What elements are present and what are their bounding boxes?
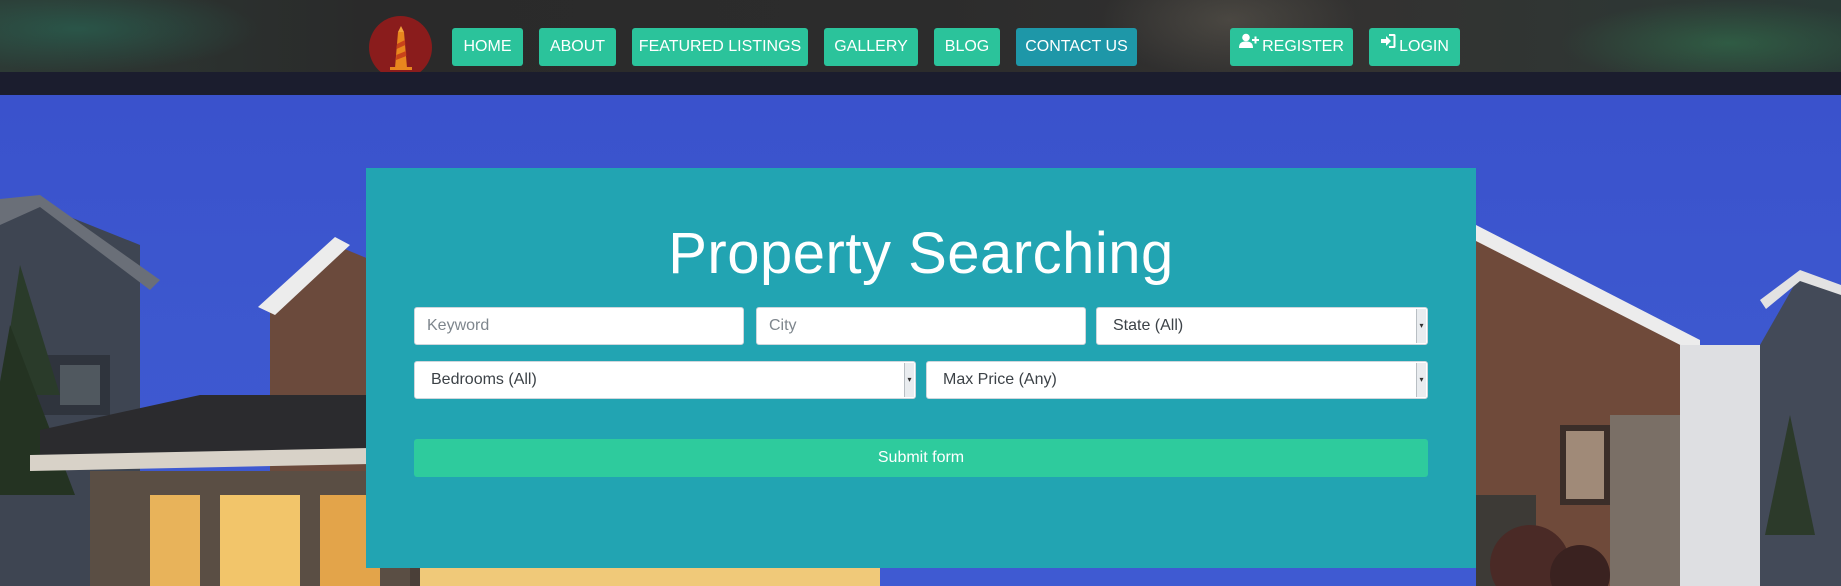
state-select-value: State (All) [1113,317,1184,334]
nav-contact-button[interactable]: CONTACT US [1016,28,1137,66]
nav-contact-label: CONTACT US [1025,38,1128,55]
max-price-select-value: Max Price (Any) [943,371,1057,388]
bedrooms-select-arrow[interactable]: ▾ [904,363,914,397]
city-input[interactable]: City [756,307,1086,345]
lighthouse-icon [389,25,412,70]
user-plus-icon [1239,26,1260,64]
nav-home-label: HOME [463,38,512,55]
navbar-backdrop [0,0,260,72]
chevron-down-icon: ▾ [1419,375,1424,384]
login-label: LOGIN [1399,38,1449,55]
site-logo[interactable] [369,16,432,79]
nav-blog-label: BLOG [944,38,990,55]
nav-home-button[interactable]: HOME [452,28,523,66]
navbar-backdrop [1560,0,1841,72]
nav-gallery-label: GALLERY [834,38,908,55]
nav-featured-listings-label: FEATURED LISTINGS [638,38,802,55]
nav-about-label: ABOUT [549,38,606,55]
search-panel: Property Searching Keyword City State (A… [366,168,1476,568]
chevron-down-icon: ▾ [907,375,912,384]
bedrooms-select[interactable]: Bedrooms (All) ▾ [414,361,916,399]
register-label: REGISTER [1262,38,1344,55]
nav-about-button[interactable]: ABOUT [539,28,616,66]
city-placeholder: City [769,317,797,334]
keyword-placeholder: Keyword [427,317,490,334]
nav-featured-listings-button[interactable]: FEATURED LISTINGS [632,28,808,66]
submit-label: Submit form [877,449,965,466]
register-button[interactable]: REGISTER [1230,28,1353,66]
keyword-input[interactable]: Keyword [414,307,744,345]
nav-blog-button[interactable]: BLOG [934,28,1000,66]
bedrooms-select-value: Bedrooms (All) [431,371,537,388]
page-title: Property Searching [668,221,1174,286]
max-price-select-arrow[interactable]: ▾ [1416,363,1426,397]
state-select[interactable]: State (All) ▾ [1096,307,1428,345]
navbar-underline [0,72,1841,95]
chevron-down-icon: ▾ [1419,321,1424,330]
sign-in-icon [1380,26,1396,64]
top-navbar: HOME ABOUT FEATURED LISTINGS GALLERY BLO… [0,0,1841,80]
login-button[interactable]: LOGIN [1369,28,1460,66]
state-select-arrow[interactable]: ▾ [1416,309,1426,343]
submit-button[interactable]: Submit form [414,439,1428,477]
nav-gallery-button[interactable]: GALLERY [824,28,918,66]
max-price-select[interactable]: Max Price (Any) ▾ [926,361,1428,399]
